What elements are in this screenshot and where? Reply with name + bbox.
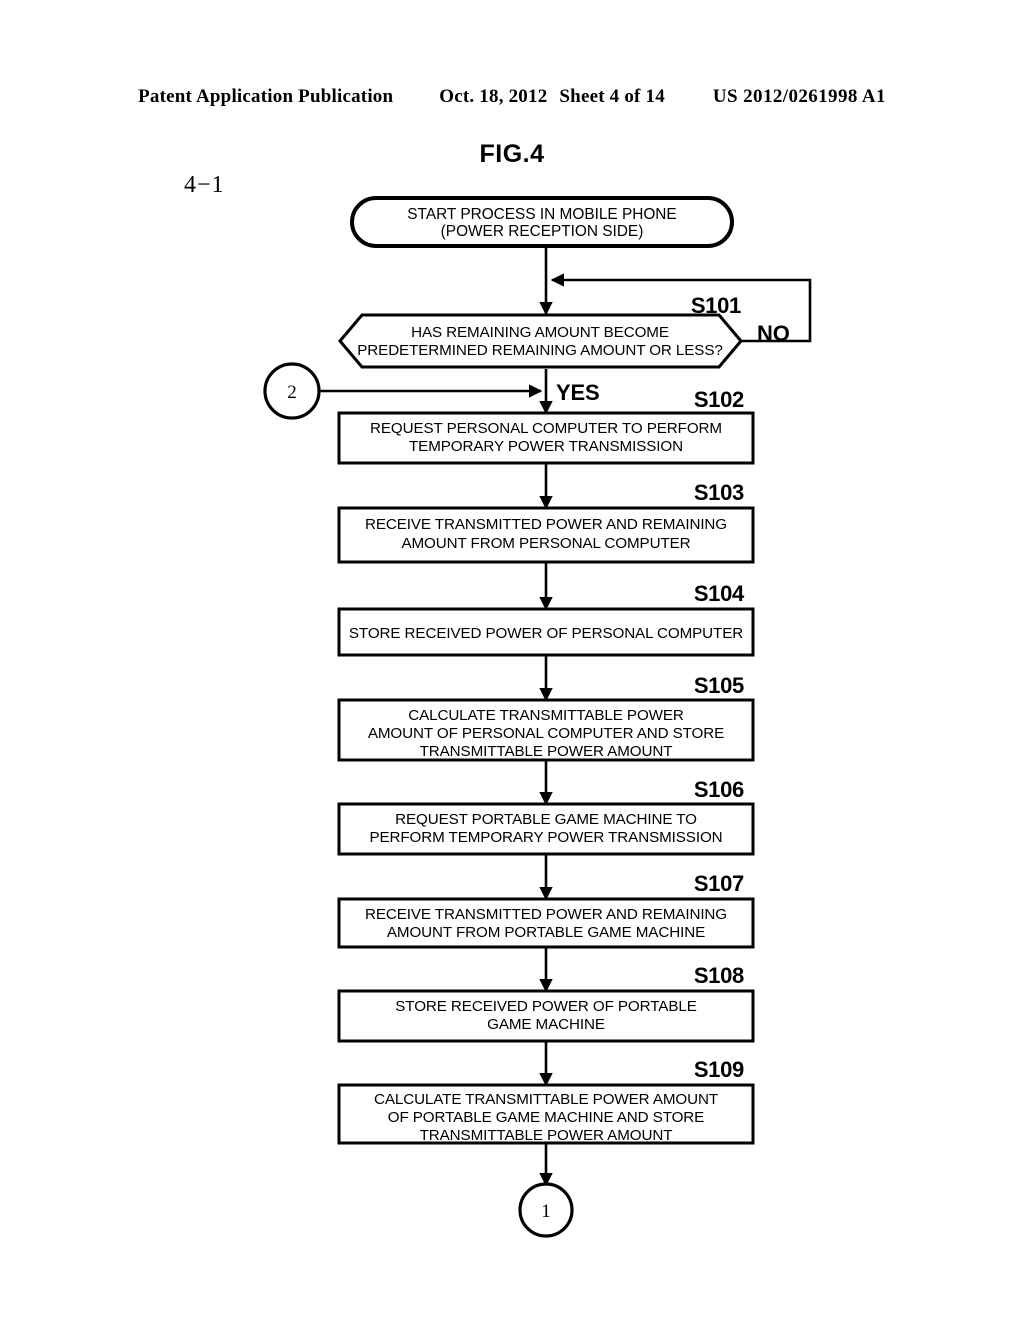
process-box-s109-line2: OF PORTABLE GAME MACHINE AND STORE xyxy=(388,1109,704,1126)
step-label-s101: S101 xyxy=(691,293,741,318)
step-label-s107: S107 xyxy=(694,871,744,896)
process-box-s109: CALCULATE TRANSMITTABLE POWER AMOUNT OF … xyxy=(337,1083,755,1145)
process-box-s102: REQUEST PERSONAL COMPUTER TO PERFORM TEM… xyxy=(337,411,755,465)
process-box-s103-line2: AMOUNT FROM PERSONAL COMPUTER xyxy=(401,535,690,552)
process-box-s109-line1: CALCULATE TRANSMITTABLE POWER AMOUNT xyxy=(374,1091,718,1108)
step-label-s105: S105 xyxy=(694,673,744,698)
process-box-s102-line1: REQUEST PERSONAL COMPUTER TO PERFORM xyxy=(370,420,722,437)
branch-label-no: NO xyxy=(757,321,790,346)
step-label-s103: S103 xyxy=(694,480,744,505)
process-box-s103: RECEIVE TRANSMITTED POWER AND REMAINING … xyxy=(337,506,755,564)
process-box-s105-line2: AMOUNT OF PERSONAL COMPUTER AND STORE xyxy=(368,725,724,742)
process-box-s108-line1: STORE RECEIVED POWER OF PORTABLE xyxy=(395,998,696,1015)
process-box-s108: STORE RECEIVED POWER OF PORTABLE GAME MA… xyxy=(337,989,755,1043)
connector-in-2-label: 2 xyxy=(287,382,297,403)
connector-in-2: 2 xyxy=(263,362,321,420)
process-box-s103-line1: RECEIVE TRANSMITTED POWER AND REMAINING xyxy=(365,516,727,533)
decision-s101: HAS REMAINING AMOUNT BECOME PREDETERMINE… xyxy=(338,313,743,369)
connector-out-1-label: 1 xyxy=(541,1201,551,1222)
start-terminator-line2: (POWER RECEPTION SIDE) xyxy=(441,223,644,240)
process-box-s106-line2: PERFORM TEMPORARY POWER TRANSMISSION xyxy=(369,829,722,846)
process-box-s105: CALCULATE TRANSMITTABLE POWER AMOUNT OF … xyxy=(337,698,755,762)
step-label-s106: S106 xyxy=(694,777,744,802)
decision-s101-line2: PREDETERMINED REMAINING AMOUNT OR LESS? xyxy=(357,342,722,359)
process-box-s107-line2: AMOUNT FROM PORTABLE GAME MACHINE xyxy=(387,924,705,941)
process-box-s107-line1: RECEIVE TRANSMITTED POWER AND REMAINING xyxy=(365,906,727,923)
step-label-s109: S109 xyxy=(694,1057,744,1082)
process-box-s106-line1: REQUEST PORTABLE GAME MACHINE TO xyxy=(395,811,697,828)
process-box-s109-line3: TRANSMITTABLE POWER AMOUNT xyxy=(420,1127,673,1144)
start-terminator: START PROCESS IN MOBILE PHONE (POWER REC… xyxy=(350,196,734,248)
process-box-s106: REQUEST PORTABLE GAME MACHINE TO PERFORM… xyxy=(337,802,755,856)
flowchart-diagram: START PROCESS IN MOBILE PHONE (POWER REC… xyxy=(263,196,812,1238)
process-box-s105-line3: TRANSMITTABLE POWER AMOUNT xyxy=(420,743,673,760)
process-box-s107: RECEIVE TRANSMITTED POWER AND REMAINING … xyxy=(337,897,755,949)
process-box-s105-line1: CALCULATE TRANSMITTABLE POWER xyxy=(408,707,684,724)
connector-out-1: 1 xyxy=(518,1182,574,1238)
process-box-s104: STORE RECEIVED POWER OF PERSONAL COMPUTE… xyxy=(337,607,755,657)
step-label-s102: S102 xyxy=(694,387,744,412)
process-box-s104-line1: STORE RECEIVED POWER OF PERSONAL COMPUTE… xyxy=(349,625,743,642)
branch-label-yes: YES xyxy=(556,380,599,405)
step-label-s108: S108 xyxy=(694,963,744,988)
start-terminator-line1: START PROCESS IN MOBILE PHONE xyxy=(407,206,676,223)
decision-s101-line1: HAS REMAINING AMOUNT BECOME xyxy=(411,324,669,341)
process-box-s108-line2: GAME MACHINE xyxy=(487,1016,605,1033)
step-label-s104: S104 xyxy=(694,581,745,606)
process-box-s102-line2: TEMPORARY POWER TRANSMISSION xyxy=(409,438,683,455)
